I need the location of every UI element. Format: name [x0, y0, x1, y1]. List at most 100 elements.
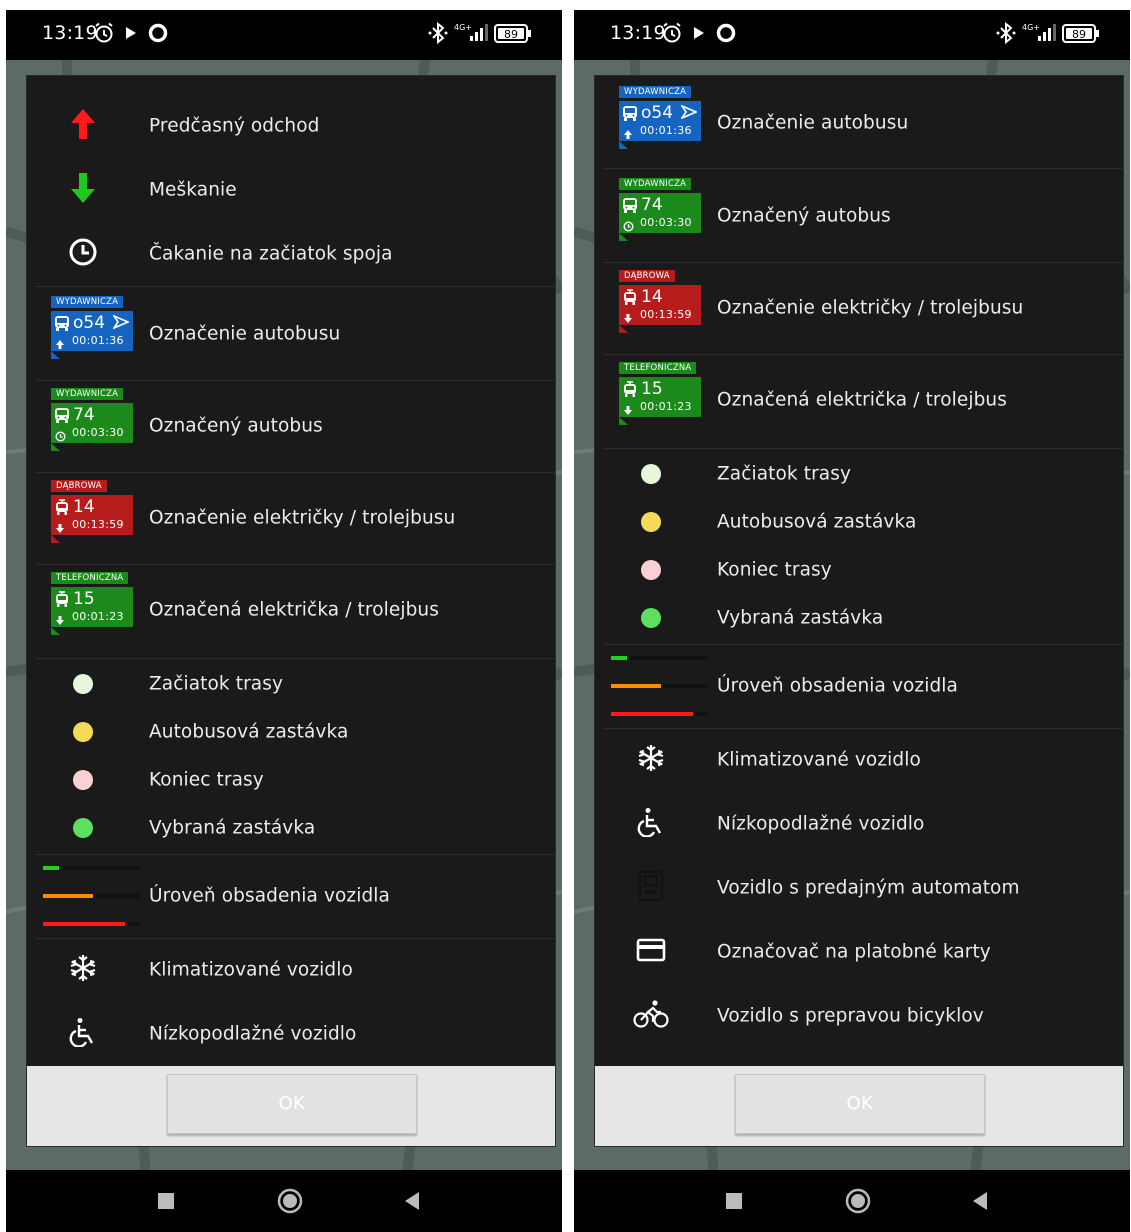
- alarm-icon: [92, 21, 116, 49]
- tram-icon: [622, 289, 638, 310]
- tram-icon: [54, 591, 70, 612]
- legend-item-ac: Klimatizované vozidlo: [595, 728, 1123, 792]
- legend-label: Vozidlo s predajným automatom: [717, 877, 1020, 899]
- tram-icon: [54, 499, 70, 520]
- legend-item-bus-stop: Autobusová zastávka: [27, 708, 555, 756]
- legend-label: Úroveň obsadenia vozidla: [149, 885, 390, 907]
- badge-time: 00:01:23: [72, 610, 124, 623]
- wheelchair-icon: [637, 807, 665, 841]
- bicycle-icon: [633, 999, 669, 1033]
- ok-button[interactable]: OK: [167, 1074, 417, 1134]
- dialog-footer: OK: [27, 1066, 555, 1146]
- separator: [35, 286, 555, 287]
- legend-item-bus-marking: WYDAWNICZA o54 00:01:36 Označenie autobu…: [27, 288, 555, 380]
- legend-list-scrolled[interactable]: WYDAWNICZA o54 00:01:36 Označenie autobu…: [595, 76, 1123, 1066]
- legend-label: Autobusová zastávka: [717, 511, 917, 533]
- route-start-dot: [73, 674, 93, 694]
- circle-icon: [146, 21, 170, 49]
- legend-label: Nízkopodlažné vozidlo: [149, 1023, 357, 1045]
- badge-line-number: 15: [641, 379, 663, 399]
- navigation-arrow-icon: [111, 314, 131, 333]
- legend-item-bus-selected: WYDAWNICZA 74 00:03:30 Označený autobus: [27, 380, 555, 472]
- recents-button[interactable]: [146, 1170, 186, 1232]
- occupancy-high-bar: [43, 922, 125, 926]
- legend-label: Označený autobus: [149, 415, 323, 437]
- status-bar: 13:19 4G+ 89: [6, 10, 562, 60]
- legend-item-bus-selected: WYDAWNICZA 74 00:03:30 Označený autobus: [595, 170, 1123, 262]
- legend-item-card-validator: Označovač na platobné karty: [595, 920, 1123, 984]
- legend-item-early-departure: Predčasný odchod: [27, 94, 555, 158]
- legend-label: Označený autobus: [717, 205, 891, 227]
- bus-stop-dot: [73, 722, 93, 742]
- battery-level: 89: [504, 28, 518, 41]
- ok-button[interactable]: OK: [735, 1074, 985, 1134]
- back-button[interactable]: [392, 1170, 432, 1232]
- status-bar: 13:19 4G+ 89: [574, 10, 1130, 60]
- badge-stop-name: TELEFONICZNA: [619, 362, 697, 374]
- legend-item-bus-stop: Autobusová zastávka: [595, 498, 1123, 546]
- legend-list[interactable]: Predčasný odchod Meškanie Čakanie na zač…: [27, 76, 555, 1066]
- home-button[interactable]: [270, 1170, 310, 1232]
- badge-time: 00:13:59: [72, 518, 124, 531]
- badge-stop-name: DĄBROWA: [51, 480, 107, 492]
- legend-label: Vozidlo s prepravou bicyklov: [717, 1005, 984, 1027]
- back-button[interactable]: [960, 1170, 1000, 1232]
- status-time: 13:19: [42, 22, 98, 44]
- occupancy-bars: [43, 866, 139, 926]
- signal-icon: 4G+: [1022, 21, 1058, 49]
- occupancy-mid-bar: [43, 894, 93, 898]
- android-nav-bar: [6, 1170, 562, 1232]
- badge-stop-name: WYDAWNICZA: [619, 178, 692, 190]
- legend-item-bus-marking: WYDAWNICZA o54 00:01:36 Označenie autobu…: [595, 78, 1123, 168]
- badge-time: 00:03:30: [72, 426, 124, 439]
- occupancy-high-bar: [611, 712, 693, 716]
- legend-label: Označenie električky / trolejbusu: [717, 297, 1024, 319]
- recents-button[interactable]: [714, 1170, 754, 1232]
- legend-label: Označovač na platobné karty: [717, 941, 991, 963]
- legend-label: Klimatizované vozidlo: [717, 749, 921, 771]
- legend-label: Označenie autobusu: [149, 323, 341, 345]
- badge-line-number: o54: [641, 103, 674, 123]
- bus-icon: [54, 407, 70, 428]
- legend-item-occupancy: Úroveň obsadenia vozidla: [595, 644, 1123, 728]
- battery-icon: 89: [494, 24, 532, 48]
- badge-time: 00:03:30: [640, 216, 692, 229]
- play-icon: [124, 25, 138, 45]
- badge-line-number: 15: [73, 589, 95, 609]
- badge-stop-name: WYDAWNICZA: [51, 296, 124, 308]
- snowflake-icon: [68, 953, 98, 987]
- occupancy-low-bar: [611, 656, 627, 660]
- legend-item-route-start: Začiatok trasy: [27, 660, 555, 708]
- separator: [603, 168, 1123, 169]
- occupancy-bars: [611, 656, 707, 716]
- route-end-dot: [641, 560, 661, 580]
- legend-label: Vybraná zastávka: [149, 817, 316, 839]
- play-icon: [692, 25, 706, 45]
- legend-label: Klimatizované vozidlo: [149, 959, 353, 981]
- legend-item-ticket-machine: Vozidlo s predajným automatom: [595, 856, 1123, 920]
- badge-time: 00:13:59: [640, 308, 692, 321]
- bluetooth-icon: [994, 21, 1018, 49]
- legend-label: Vybraná zastávka: [717, 607, 884, 629]
- bus-stop-dot: [641, 512, 661, 532]
- home-button[interactable]: [838, 1170, 878, 1232]
- dialog-footer: OK: [595, 1066, 1123, 1146]
- badge-line-number: 14: [641, 287, 663, 307]
- legend-label: Koniec trasy: [717, 559, 832, 581]
- ticket-machine-icon: [637, 870, 665, 905]
- battery-icon: 89: [1062, 24, 1100, 48]
- legend-item-low-floor: Nízkopodlažné vozidlo: [27, 1002, 555, 1066]
- occupancy-mid-bar: [611, 684, 661, 688]
- legend-label: Začiatok trasy: [717, 463, 852, 485]
- status-time: 13:19: [610, 22, 666, 44]
- badge-line-number: 74: [73, 405, 95, 425]
- legend-item-waiting-start: Čakanie na začiatok spoja: [27, 222, 555, 286]
- legend-label: Úroveň obsadenia vozidla: [717, 675, 958, 697]
- badge-stop-name: TELEFONICZNA: [51, 572, 129, 584]
- bus-icon: [622, 105, 638, 126]
- legend-item-delay: Meškanie: [27, 158, 555, 222]
- legend-label: Označená električka / trolejbus: [149, 599, 439, 621]
- legend-label: Označenie električky / trolejbusu: [149, 507, 456, 529]
- phone-screen-left: 13:19 4G+ 89 Predčasný odchod Meškanie Č…: [6, 10, 562, 1232]
- network-type: 4G+: [1022, 23, 1040, 32]
